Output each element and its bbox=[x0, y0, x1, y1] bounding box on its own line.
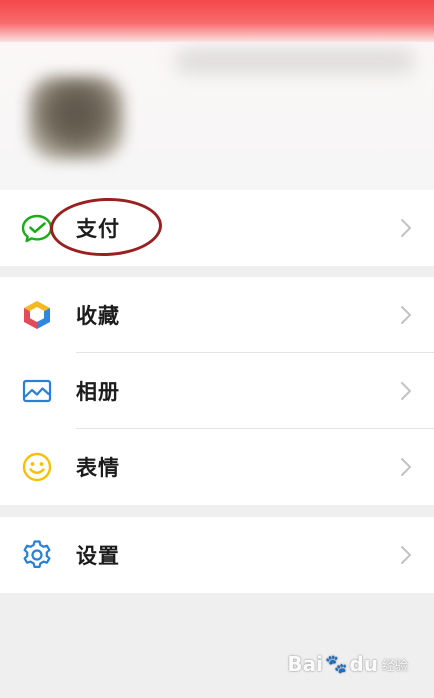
chevron-right-icon bbox=[401, 219, 411, 237]
settings-section: 设置 bbox=[0, 517, 434, 593]
baidu-watermark: Bai 🐾 du 经验 bbox=[287, 652, 408, 676]
wechat-pay-icon bbox=[21, 214, 53, 243]
menu-label-settings: 设置 bbox=[76, 544, 120, 568]
menu-label-favorites: 收藏 bbox=[76, 304, 120, 328]
cube-icon bbox=[24, 301, 50, 329]
smiley-icon bbox=[22, 452, 52, 482]
chevron-right-icon bbox=[401, 458, 411, 476]
profile-header[interactable] bbox=[0, 42, 434, 190]
watermark-brand: Bai bbox=[287, 652, 323, 676]
content-section: 收藏 相册 表情 bbox=[0, 277, 434, 505]
status-bar bbox=[0, 0, 434, 42]
menu-item-settings[interactable]: 设置 bbox=[0, 517, 434, 593]
avatar[interactable] bbox=[28, 76, 124, 160]
menu-item-album[interactable]: 相册 bbox=[0, 353, 434, 429]
chevron-right-icon bbox=[401, 546, 411, 564]
watermark-brand-2: du bbox=[349, 652, 378, 676]
menu-item-stickers[interactable]: 表情 bbox=[0, 429, 434, 505]
paw-icon: 🐾 bbox=[325, 653, 348, 675]
profile-name-blurred bbox=[175, 48, 415, 74]
chevron-right-icon bbox=[401, 382, 411, 400]
picture-icon bbox=[22, 379, 52, 403]
watermark-sub: 经验 bbox=[381, 658, 408, 674]
chevron-right-icon bbox=[401, 306, 411, 324]
menu-label-album: 相册 bbox=[76, 380, 120, 404]
menu-item-favorites[interactable]: 收藏 bbox=[0, 277, 434, 353]
menu-label-stickers: 表情 bbox=[76, 456, 120, 480]
gear-icon bbox=[23, 540, 51, 568]
